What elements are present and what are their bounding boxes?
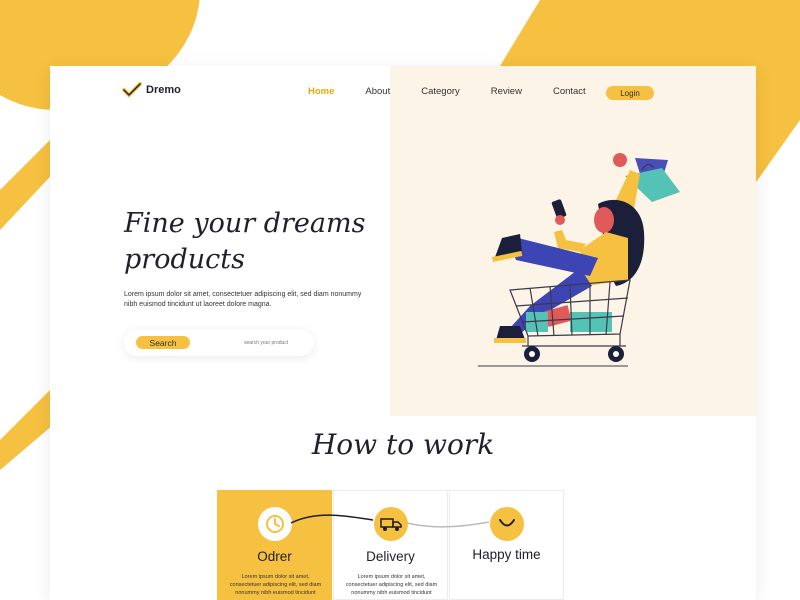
step-happy-time-card[interactable]: Happy time: [449, 490, 564, 600]
hero-title: Fine your dreams products: [124, 206, 394, 278]
step-order-card[interactable]: Odrer Lorem ipsum dolor sit amet, consec…: [217, 490, 332, 600]
search-bar: Search: [124, 330, 314, 356]
logo[interactable]: Dremo: [122, 82, 181, 98]
logo-text: Dremo: [146, 84, 181, 96]
step-title: Happy time: [472, 547, 541, 562]
nav-about[interactable]: About: [365, 86, 390, 97]
nav-home[interactable]: Home: [308, 86, 334, 97]
hero-description: Lorem ipsum dolor sit amet, consectetuer…: [124, 291, 362, 308]
nav-category[interactable]: Category: [421, 86, 460, 97]
smile-icon: [490, 507, 524, 541]
step-text: Lorem ipsum dolor sit amet, consectetuer…: [229, 574, 322, 596]
delivery-truck-icon: [374, 507, 408, 541]
landing-page-card: Dremo Home About Category Review Contact…: [50, 66, 756, 600]
search-button[interactable]: Search: [136, 336, 190, 349]
how-to-work-title: How to work: [311, 428, 495, 461]
hero-title-line1: Fine your dreams: [124, 208, 366, 239]
step-delivery-card[interactable]: Delivery Lorem ipsum dolor sit amet, con…: [333, 490, 448, 600]
order-clock-icon: [258, 507, 292, 541]
search-input[interactable]: [244, 336, 306, 349]
checkmark-icon: [122, 82, 142, 98]
shopping-cart-illustration: [478, 153, 680, 367]
hero-title-line2: products: [124, 244, 245, 275]
step-title: Odrer: [257, 549, 292, 564]
nav-review[interactable]: Review: [491, 86, 522, 97]
how-to-work-steps: Odrer Lorem ipsum dolor sit amet, consec…: [217, 490, 565, 600]
main-nav: Home About Category Review Contact: [308, 86, 617, 97]
step-text: Lorem ipsum dolor sit amet, consectetuer…: [345, 574, 438, 596]
login-button[interactable]: Login: [606, 86, 654, 100]
step-title: Delivery: [366, 549, 415, 564]
nav-contact[interactable]: Contact: [553, 86, 586, 97]
